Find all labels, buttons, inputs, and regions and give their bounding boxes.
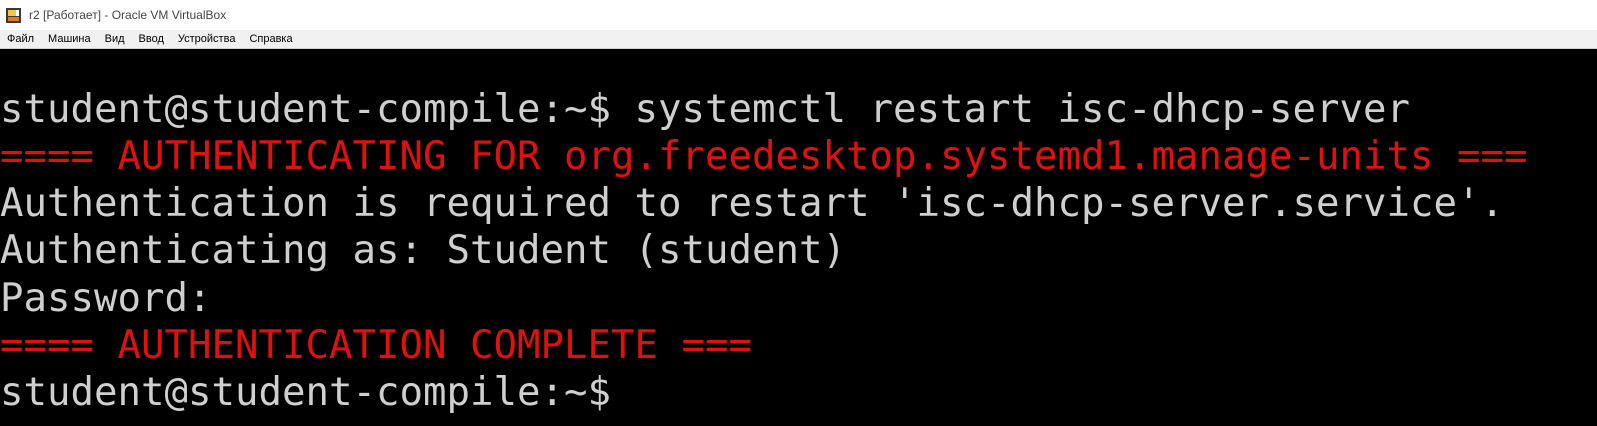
menu-devices[interactable]: Устройства bbox=[171, 30, 243, 48]
terminal-line-password-prompt: Password: bbox=[0, 276, 212, 321]
terminal-line-prompt: student@student-compile:~$ bbox=[0, 370, 611, 415]
virtualbox-icon bbox=[5, 7, 22, 24]
virtualbox-window: r2 [Работает] - Oracle VM VirtualBox Фай… bbox=[0, 0, 1597, 426]
terminal-line-auth-complete: ==== AUTHENTICATION COMPLETE === bbox=[0, 323, 752, 368]
terminal-line-authenticating-as: Authenticating as: Student (student) bbox=[0, 228, 846, 273]
terminal-line-command: student@student-compile:~$ systemctl res… bbox=[0, 87, 1410, 132]
menu-help[interactable]: Справка bbox=[242, 30, 299, 48]
title-bar[interactable]: r2 [Работает] - Oracle VM VirtualBox bbox=[0, 0, 1597, 30]
menu-view[interactable]: Вид bbox=[98, 30, 132, 48]
menu-input[interactable]: Ввод bbox=[132, 30, 171, 48]
terminal-line-auth-required: Authentication is required to restart 'i… bbox=[0, 181, 1504, 226]
menu-bar: Файл Машина Вид Ввод Устройства Справка bbox=[0, 30, 1597, 49]
menu-machine[interactable]: Машина bbox=[41, 30, 98, 48]
terminal-line-auth-start: ==== AUTHENTICATING FOR org.freedesktop.… bbox=[0, 134, 1528, 179]
menu-file[interactable]: Файл bbox=[0, 30, 41, 48]
vm-console-screen[interactable]: student@student-compile:~$ systemctl res… bbox=[0, 49, 1597, 426]
window-title: r2 [Работает] - Oracle VM VirtualBox bbox=[29, 8, 227, 22]
